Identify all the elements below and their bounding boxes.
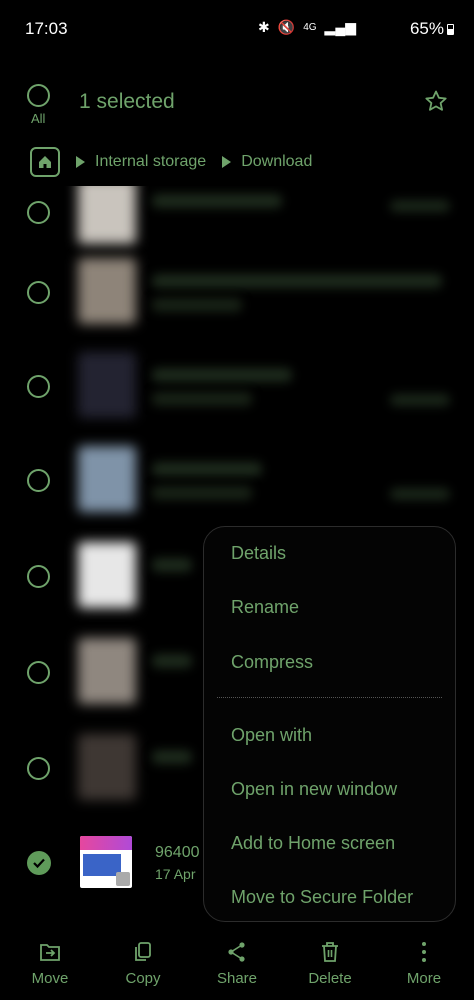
- menu-item-add-home-screen[interactable]: Add to Home screen: [231, 833, 395, 854]
- blurred-filename: [152, 368, 292, 382]
- mute-icon: 🔇: [277, 19, 296, 35]
- file-date: 17 Apr: [155, 866, 196, 882]
- menu-item-details[interactable]: Details: [231, 543, 286, 564]
- file-thumbnail: [78, 186, 136, 244]
- row-checkbox[interactable]: [27, 565, 50, 588]
- copy-label: Copy: [125, 970, 161, 987]
- breadcrumb: Internal storage Download: [30, 146, 312, 178]
- breadcrumb-internal-storage[interactable]: Internal storage: [95, 153, 206, 171]
- copy-icon: [98, 940, 188, 964]
- blurred-date: [152, 298, 242, 312]
- star-icon[interactable]: [424, 89, 448, 113]
- blurred-filename: [152, 274, 442, 288]
- menu-item-compress[interactable]: Compress: [231, 652, 313, 673]
- blurred-date: [152, 392, 252, 406]
- blurred-filename: [152, 194, 282, 208]
- row-checkbox[interactable]: [27, 201, 50, 224]
- bottom-action-bar: Move Copy Share Delete More: [0, 940, 474, 1000]
- list-item[interactable]: [0, 244, 474, 340]
- menu-item-secure-folder[interactable]: Move to Secure Folder: [231, 887, 413, 908]
- copy-button[interactable]: Copy: [98, 940, 188, 987]
- delete-button[interactable]: Delete: [285, 940, 375, 987]
- more-button[interactable]: More: [379, 940, 469, 987]
- row-checkbox[interactable]: [27, 375, 50, 398]
- move-button[interactable]: Move: [5, 940, 95, 987]
- menu-item-open-new-window[interactable]: Open in new window: [231, 779, 397, 800]
- row-checkbox[interactable]: [27, 281, 50, 304]
- checkbox-overlay-icon: [116, 872, 130, 886]
- trash-icon: [285, 940, 375, 964]
- blurred-meta: [390, 488, 450, 500]
- menu-item-rename[interactable]: Rename: [231, 597, 299, 618]
- move-label: Move: [31, 970, 69, 987]
- blurred-meta: [390, 394, 450, 406]
- blurred-meta: [390, 200, 450, 212]
- file-name: 96400: [155, 844, 200, 861]
- row-checkbox[interactable]: [27, 469, 50, 492]
- share-button[interactable]: Share: [192, 940, 282, 987]
- blurred-filename: [152, 558, 192, 572]
- file-thumbnail: [78, 258, 136, 324]
- breadcrumb-download[interactable]: Download: [241, 153, 312, 171]
- blurred-filename: [152, 750, 192, 764]
- blurred-filename: [152, 654, 192, 668]
- more-label: More: [406, 970, 442, 987]
- row-checkbox[interactable]: [27, 757, 50, 780]
- status-icons: ✱ 🔇 4G ▂▄▆: [258, 19, 356, 36]
- share-icon: [192, 940, 282, 964]
- home-icon[interactable]: [30, 147, 60, 177]
- blurred-date: [152, 486, 252, 500]
- network-type-label: 4G: [303, 22, 317, 33]
- file-thumbnail: [78, 446, 136, 512]
- battery-percent: 65%: [409, 19, 444, 38]
- move-icon: [5, 940, 95, 964]
- breadcrumb-arrow-icon: [76, 156, 85, 168]
- blurred-filename: [152, 462, 262, 476]
- status-bar: 17:03 ✱ 🔇 4G ▂▄▆ 65%: [0, 0, 474, 58]
- menu-divider: [217, 697, 442, 698]
- file-thumbnail: [78, 542, 136, 608]
- list-item[interactable]: [0, 432, 474, 528]
- context-menu: Details Rename Compress Open with Open i…: [203, 526, 456, 922]
- checked-icon[interactable]: [27, 851, 51, 875]
- list-item[interactable]: [0, 338, 474, 434]
- select-all-checkbox[interactable]: [27, 84, 50, 107]
- select-all-label: All: [31, 111, 46, 126]
- bluetooth-icon: ✱: [258, 19, 270, 35]
- file-thumbnail: [80, 836, 132, 888]
- breadcrumb-arrow-icon: [222, 156, 232, 168]
- selection-count-title: 1 selected: [79, 90, 175, 113]
- signal-icon: ▂▄▆: [324, 19, 356, 35]
- file-thumbnail: [78, 352, 136, 418]
- file-thumbnail: [78, 734, 136, 800]
- more-vertical-icon: [379, 940, 469, 964]
- file-thumbnail: [78, 638, 136, 704]
- row-checkbox[interactable]: [27, 661, 50, 684]
- menu-item-open-with[interactable]: Open with: [231, 725, 312, 746]
- battery-icon: [447, 24, 454, 35]
- delete-label: Delete: [308, 970, 352, 987]
- status-time: 17:03: [25, 19, 68, 38]
- selection-header: All 1 selected: [0, 74, 474, 134]
- share-label: Share: [216, 970, 258, 987]
